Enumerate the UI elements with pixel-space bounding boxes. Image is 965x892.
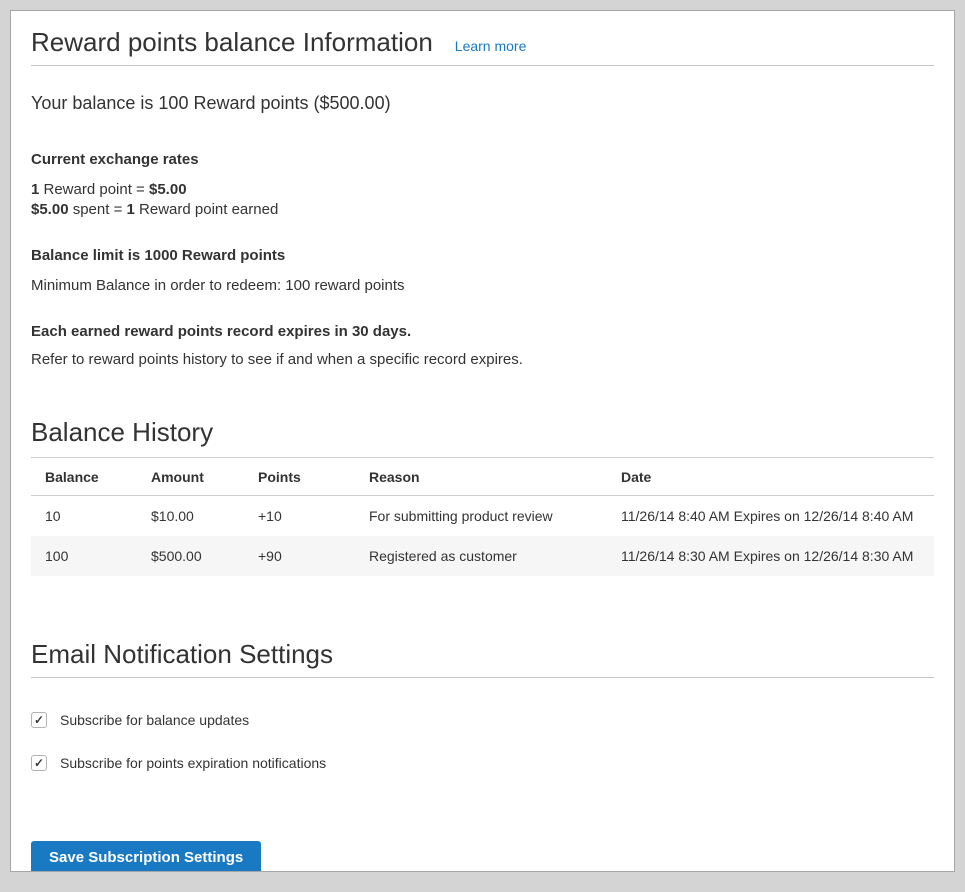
balance-history-table: BalanceAmountPointsReasonDate 10$10.00+1… <box>31 457 934 576</box>
table-cell: +90 <box>244 536 355 576</box>
table-cell: 11/26/14 8:40 AM Expires on 12/26/14 8:4… <box>607 496 934 537</box>
save-subscription-button[interactable]: Save Subscription Settings <box>31 841 261 872</box>
column-header: Amount <box>137 458 244 496</box>
subscription-option: ✓ Subscribe for points expiration notific… <box>31 755 934 771</box>
balance-limit-text: Balance limit is 1000 Reward points <box>31 246 934 266</box>
table-cell: $500.00 <box>137 536 244 576</box>
exchange-rate-line: 1 Reward point = $5.00 <box>31 180 934 200</box>
table-header-row: BalanceAmountPointsReasonDate <box>31 458 934 496</box>
expiry-note-text: Refer to reward points history to see if… <box>31 350 934 370</box>
subscription-option-label: Subscribe for balance updates <box>60 712 249 728</box>
checkmark-icon: ✓ <box>34 714 44 726</box>
email-settings-header: Email Notification Settings <box>31 638 934 678</box>
email-options-list: ✓ Subscribe for balance updates ✓ Subscribe… <box>31 712 934 771</box>
table-cell: $10.00 <box>137 496 244 537</box>
exchange-rates-heading: Current exchange rates <box>31 150 934 170</box>
email-settings-title: Email Notification Settings <box>31 638 934 670</box>
column-header: Points <box>244 458 355 496</box>
table-row: 100$500.00+90Registered as customer11/26… <box>31 536 934 576</box>
subscription-checkbox[interactable]: ✓ <box>31 755 47 771</box>
subscription-checkbox[interactable]: ✓ <box>31 712 47 728</box>
expiry-rule-text: Each earned reward points record expires… <box>31 322 934 342</box>
subscription-option: ✓ Subscribe for balance updates <box>31 712 934 728</box>
table-cell: +10 <box>244 496 355 537</box>
page-title: Reward points balance Information <box>31 25 433 59</box>
subscription-option-label: Subscribe for points expiration notifica… <box>60 755 326 771</box>
exchange-rate-line: $5.00 spent = 1 Reward point earned <box>31 200 934 220</box>
column-header: Date <box>607 458 934 496</box>
exchange-rates-lines: 1 Reward point = $5.00$5.00 spent = 1 Re… <box>31 180 934 220</box>
balance-history-title: Balance History <box>31 416 934 448</box>
page-header: Reward points balance Information Learn … <box>31 11 934 66</box>
table-cell: For submitting product review <box>355 496 607 537</box>
minimum-balance-text: Minimum Balance in order to redeem: 100 … <box>31 276 934 296</box>
table-cell: 10 <box>31 496 137 537</box>
reward-points-card: Reward points balance Information Learn … <box>10 10 955 872</box>
table-cell: 100 <box>31 536 137 576</box>
column-header: Reason <box>355 458 607 496</box>
table-cell: Registered as customer <box>355 536 607 576</box>
learn-more-link[interactable]: Learn more <box>455 38 527 54</box>
checkmark-icon: ✓ <box>34 757 44 769</box>
balance-summary: Your balance is 100 Reward points ($500.… <box>31 92 934 114</box>
column-header: Balance <box>31 458 137 496</box>
table-cell: 11/26/14 8:30 AM Expires on 12/26/14 8:3… <box>607 536 934 576</box>
table-row: 10$10.00+10For submitting product review… <box>31 496 934 537</box>
